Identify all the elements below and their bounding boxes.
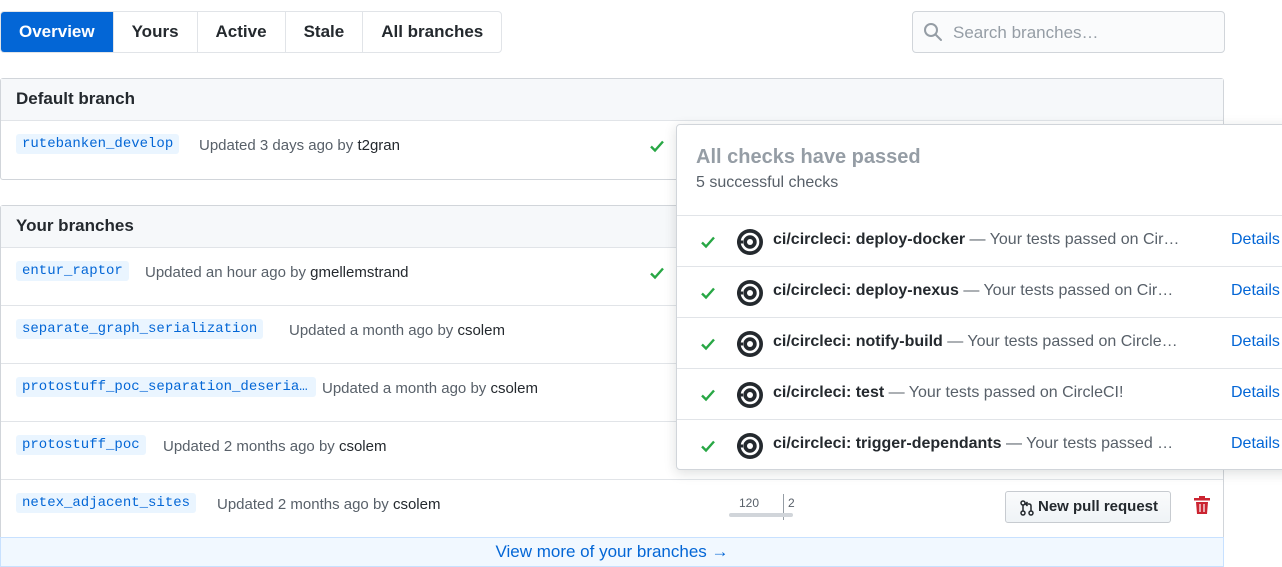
branch-updated: Updated an hour ago by gmellemstrand bbox=[145, 264, 409, 281]
check-name: ci/circleci: trigger-dependants bbox=[773, 435, 1002, 452]
branch-updated: Updated 2 months ago by csolem bbox=[163, 438, 386, 455]
updated-text: Updated an hour ago by bbox=[145, 264, 306, 281]
branch-name-link[interactable]: protostuff_poc_separation_deserializatio… bbox=[16, 377, 316, 397]
new-pull-request-label: New pull request bbox=[1038, 498, 1159, 515]
check-icon bbox=[701, 440, 715, 453]
updated-text: Updated 2 months ago by bbox=[217, 496, 389, 513]
search-icon bbox=[924, 23, 942, 41]
checks-summary-title: All checks have passed bbox=[696, 146, 921, 168]
commits-ahead-count: 2 bbox=[788, 496, 795, 510]
check-name: ci/circleci: test bbox=[773, 384, 885, 401]
check-desc-text: — Your tests passed on CircleCI! bbox=[1005, 435, 1181, 452]
search-branches-input[interactable] bbox=[951, 12, 1215, 54]
branch-filter-tabs: Overview Yours Active Stale All branches bbox=[0, 11, 503, 53]
checks-summary-subtitle: 5 successful checks bbox=[696, 174, 839, 191]
check-desc-text: — Your tests passed on CircleCI! bbox=[888, 384, 1124, 401]
circleci-logo-icon bbox=[737, 229, 763, 255]
check-description: ci/circleci: trigger-dependants — Your t… bbox=[773, 435, 1181, 453]
tab-overview[interactable]: Overview bbox=[1, 12, 114, 52]
check-item: ci/circleci: deploy-docker — Your tests … bbox=[677, 216, 1282, 267]
checks-list: ci/circleci: deploy-docker — Your tests … bbox=[677, 215, 1282, 469]
check-description: ci/circleci: test — Your tests passed on… bbox=[773, 384, 1181, 402]
tab-stale[interactable]: Stale bbox=[286, 12, 364, 52]
circleci-logo-icon bbox=[737, 433, 763, 459]
author-link[interactable]: csolem bbox=[393, 496, 441, 513]
check-details-link[interactable]: Details bbox=[1231, 231, 1280, 249]
circleci-logo-icon bbox=[737, 280, 763, 306]
default-branch-header: Default branch bbox=[1, 79, 1223, 121]
view-more-branches-link[interactable]: View more of your branches → bbox=[0, 537, 1224, 567]
trash-icon[interactable] bbox=[1193, 495, 1211, 515]
check-description: ci/circleci: deploy-docker — Your tests … bbox=[773, 231, 1181, 249]
git-pull-request-icon bbox=[1020, 500, 1034, 516]
author-link[interactable]: csolem bbox=[339, 438, 387, 455]
branch-name-link[interactable]: separate_graph_serialization bbox=[16, 319, 264, 339]
branch-updated: Updated a month ago by csolem bbox=[289, 322, 505, 339]
check-item: ci/circleci: test — Your tests passed on… bbox=[677, 369, 1282, 420]
check-desc-text: — Your tests passed on CircleCI! bbox=[963, 282, 1181, 299]
branch-updated: Updated 2 months ago by csolem bbox=[217, 496, 440, 513]
author-link[interactable]: gmellemstrand bbox=[310, 264, 408, 281]
updated-text: Updated a month ago by bbox=[289, 322, 454, 339]
commits-behind-count: 120 bbox=[738, 496, 759, 510]
check-name: ci/circleci: deploy-docker bbox=[773, 231, 966, 248]
check-desc-text: — Your tests passed on CircleCI! bbox=[969, 231, 1181, 248]
check-icon bbox=[701, 389, 715, 402]
check-details-link[interactable]: Details bbox=[1231, 282, 1280, 300]
circleci-logo-icon bbox=[737, 331, 763, 357]
updated-text: Updated 3 days ago by bbox=[199, 137, 354, 154]
branch-name-link[interactable]: protostuff_poc bbox=[16, 435, 146, 455]
circleci-logo-icon bbox=[737, 382, 763, 408]
check-desc-text: — Your tests passed on CircleCI! bbox=[947, 333, 1181, 350]
branch-name-link[interactable]: netex_adjacent_sites bbox=[16, 493, 197, 513]
ahead-behind-bar bbox=[729, 513, 793, 517]
tab-all-branches[interactable]: All branches bbox=[363, 12, 501, 52]
updated-text: Updated 2 months ago by bbox=[163, 438, 335, 455]
check-icon[interactable] bbox=[649, 138, 665, 154]
status-checks-popover: All checks have passed 5 successful chec… bbox=[676, 124, 1282, 470]
tab-yours[interactable]: Yours bbox=[114, 12, 198, 52]
ahead-behind-indicator: 120 2 bbox=[729, 494, 795, 524]
check-item: ci/circleci: notify-build — Your tests p… bbox=[677, 318, 1282, 369]
branch-name-link[interactable]: rutebanken_develop bbox=[16, 134, 180, 154]
search-box bbox=[912, 11, 1225, 54]
check-icon bbox=[701, 338, 715, 351]
check-item: ci/circleci: trigger-dependants — Your t… bbox=[677, 420, 1282, 469]
author-link[interactable]: t2gran bbox=[357, 137, 400, 154]
branch-row: netex_adjacent_sites Updated 2 months ag… bbox=[1, 480, 1223, 538]
check-details-link[interactable]: Details bbox=[1231, 435, 1280, 453]
check-icon bbox=[701, 287, 715, 300]
branch-name-link[interactable]: entur_raptor bbox=[16, 261, 129, 281]
branch-updated: Updated a month ago by csolem bbox=[322, 380, 538, 397]
tab-active[interactable]: Active bbox=[198, 12, 286, 52]
check-details-link[interactable]: Details bbox=[1231, 384, 1280, 402]
updated-text: Updated a month ago by bbox=[322, 380, 487, 397]
branch-updated: Updated 3 days ago by t2gran bbox=[199, 137, 400, 154]
new-pull-request-button[interactable]: New pull request bbox=[1005, 491, 1172, 523]
author-link[interactable]: csolem bbox=[457, 322, 505, 339]
check-icon bbox=[701, 236, 715, 249]
check-description: ci/circleci: deploy-nexus — Your tests p… bbox=[773, 282, 1181, 300]
author-link[interactable]: csolem bbox=[490, 380, 538, 397]
check-name: ci/circleci: notify-build bbox=[773, 333, 943, 350]
check-description: ci/circleci: notify-build — Your tests p… bbox=[773, 333, 1181, 351]
check-item: ci/circleci: deploy-nexus — Your tests p… bbox=[677, 267, 1282, 318]
check-icon[interactable] bbox=[649, 265, 665, 281]
check-name: ci/circleci: deploy-nexus bbox=[773, 282, 959, 299]
check-details-link[interactable]: Details bbox=[1231, 333, 1280, 351]
